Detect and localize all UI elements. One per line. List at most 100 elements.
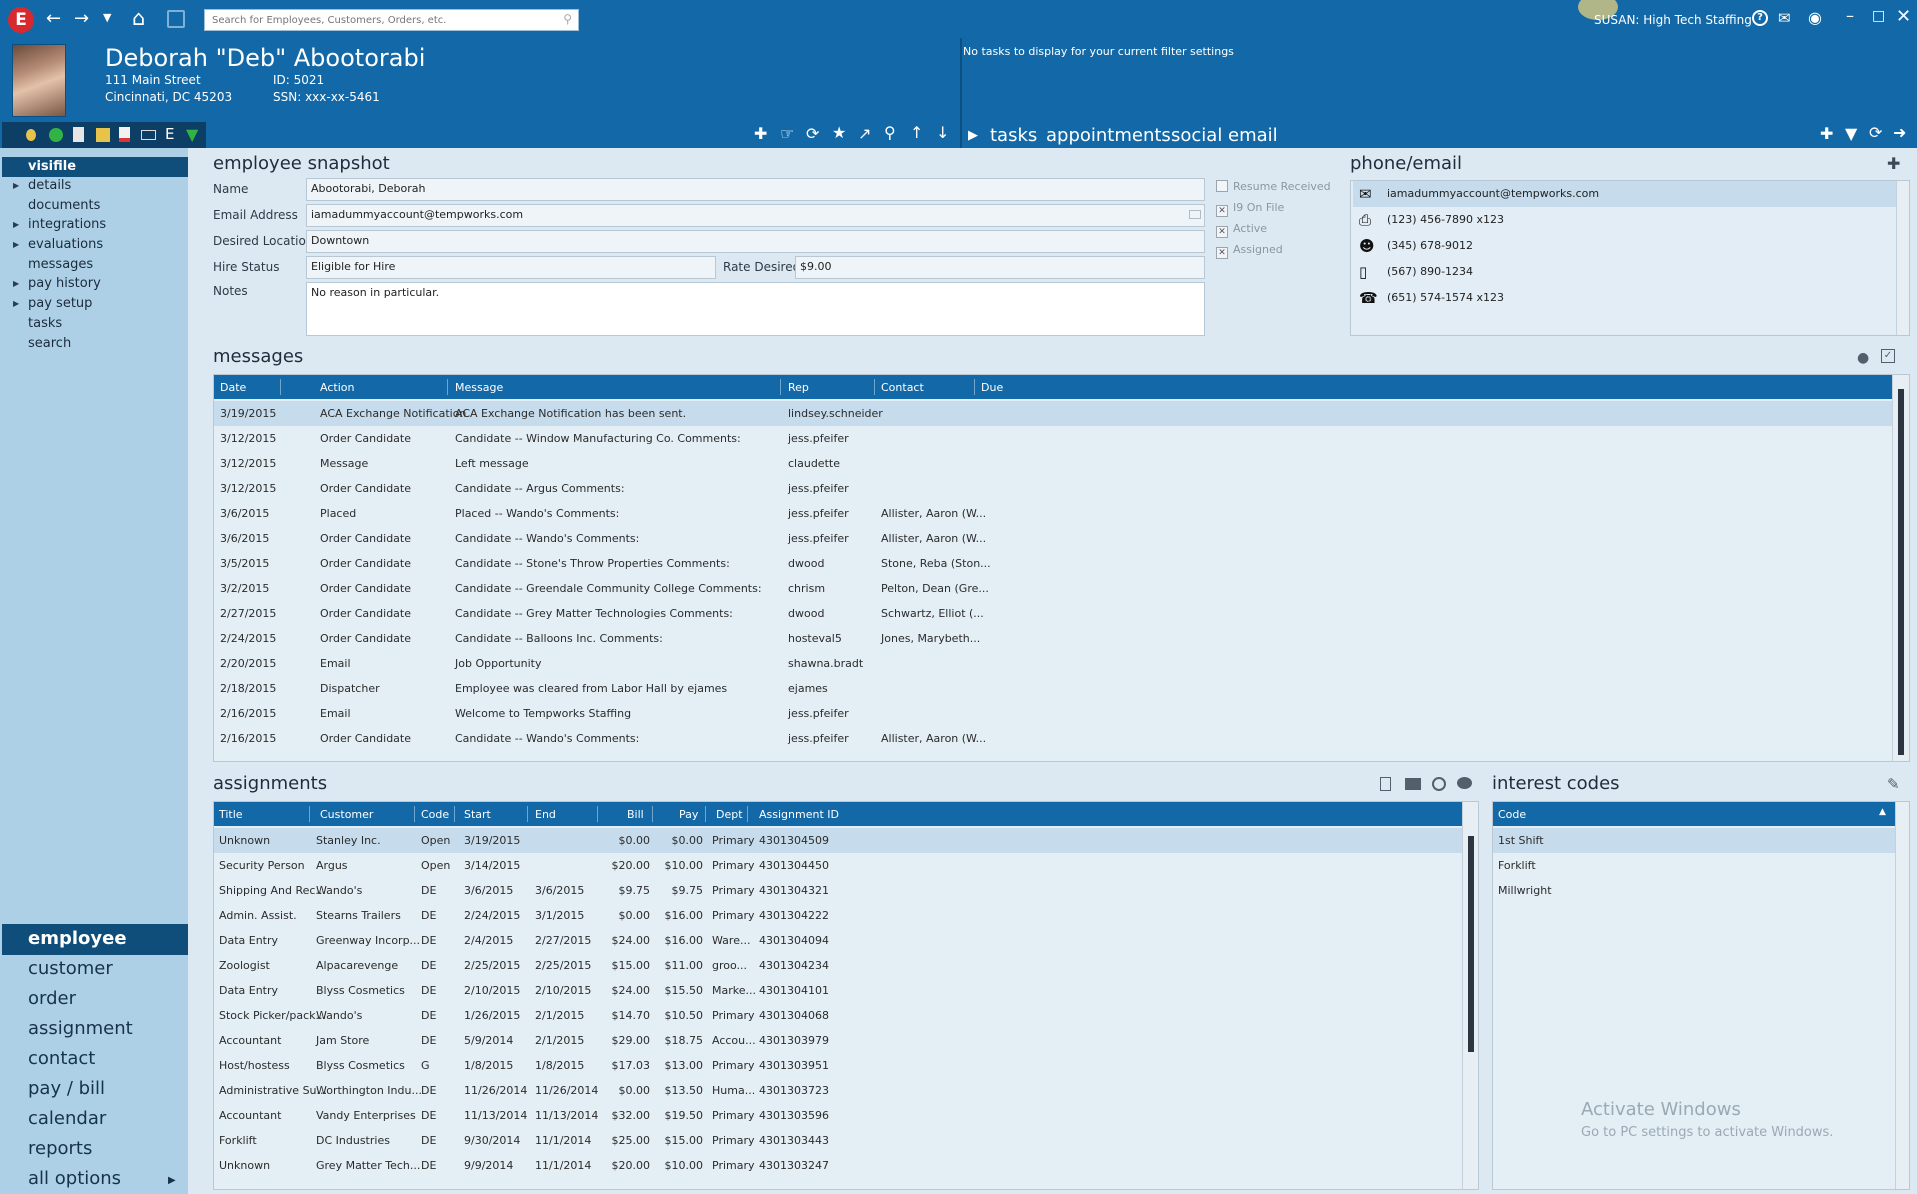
tab-appointments[interactable]: appointments [1046, 125, 1171, 146]
message-row[interactable]: 2/27/2015 Order Candidate Candidate -- Gre… [214, 601, 1892, 626]
message-row[interactable]: 2/24/2015 Order Candidate Candidate -- Bal… [214, 626, 1892, 651]
expand-integrations-icon[interactable]: ▶ [13, 220, 19, 229]
down-arrow-icon[interactable]: ↓ [936, 123, 949, 142]
nav-item-tasks[interactable]: tasks [28, 316, 62, 331]
location-field[interactable]: Downtown [306, 230, 1205, 253]
interest-code-row[interactable]: Millwright [1493, 878, 1895, 903]
tab-email[interactable]: email [1228, 125, 1278, 146]
section-pay-bill[interactable]: pay / bill [28, 1078, 105, 1099]
message-row[interactable]: 3/12/2015 Order Candidate Candidate -- Arg… [214, 476, 1892, 501]
assignment-row[interactable]: Accountant Jam Store DE 5/9/2014 2/1/2015 $29… [214, 1028, 1462, 1053]
open-external-icon[interactable]: ↗ [858, 124, 871, 143]
col-contact[interactable]: Contact [881, 381, 924, 394]
assignment-row[interactable]: Administrative Su... Worthington Indu... D… [214, 1078, 1462, 1103]
up-arrow-icon[interactable]: ↑ [910, 123, 923, 142]
pointer-icon[interactable]: ☞ [780, 124, 794, 143]
nav-item-pay-setup[interactable]: pay setup [28, 296, 92, 311]
section-assignment[interactable]: assignment [28, 1018, 133, 1039]
message-row[interactable]: 3/5/2015 Order Candidate Candidate -- Ston… [214, 551, 1892, 576]
interest-code-row[interactable]: 1st Shift [1493, 828, 1895, 853]
avatar[interactable] [12, 44, 66, 117]
message-row[interactable]: 3/19/2015 ACA Exchange Notification ACA Ex… [214, 401, 1892, 426]
section-customer[interactable]: customer [28, 958, 113, 979]
message-row[interactable]: 2/16/2015 Email Welcome to Tempworks Staff… [214, 701, 1892, 726]
assignment-row[interactable]: Stock Picker/pack... Wando's DE 1/26/2015 2/… [214, 1003, 1462, 1028]
minimize-icon[interactable]: – [1846, 6, 1854, 25]
expand-details-icon[interactable]: ▶ [13, 181, 19, 190]
note-icon[interactable] [96, 128, 110, 142]
col-dept[interactable]: Dept [716, 808, 743, 821]
email-field[interactable]: iamadummyaccount@tempworks.com [306, 204, 1205, 227]
contact-row-mobile[interactable]: ▯ (567) 890-1234 [1353, 259, 1896, 285]
message-row[interactable]: 3/12/2015 Order Candidate Candidate -- Win… [214, 426, 1892, 451]
assignment-row[interactable]: Security Person Argus Open 3/14/2015 $20.00 $… [214, 853, 1462, 878]
rate-field[interactable]: $9.00 [795, 256, 1205, 279]
assignment-row[interactable]: Admin. Assist. Stearns Trailers DE 2/24/201… [214, 903, 1462, 928]
expand-evaluations-icon[interactable]: ▶ [13, 240, 19, 249]
section-calendar[interactable]: calendar [28, 1108, 106, 1129]
col-pay[interactable]: Pay [679, 808, 698, 821]
message-bubble-icon[interactable]: ● [1857, 350, 1869, 366]
section-employee[interactable]: employee [28, 928, 127, 949]
messages-scroll-thumb[interactable] [1898, 389, 1904, 755]
assignment-row[interactable]: Accountant Vandy Enterprises DE 11/13/2014 1… [214, 1103, 1462, 1128]
document-icon[interactable] [73, 127, 84, 142]
add-icon[interactable]: ✚ [754, 124, 767, 143]
search-input[interactable] [205, 10, 545, 30]
message-row[interactable]: 3/6/2015 Placed Placed -- Wando's Comments… [214, 501, 1892, 526]
help-icon[interactable]: ? [1752, 10, 1768, 26]
section-reports[interactable]: reports [28, 1138, 92, 1159]
refresh-record-icon[interactable]: ⟳ [806, 124, 819, 143]
messages-scrollbar[interactable] [1892, 375, 1909, 761]
nav-item-visifile[interactable]: visifile [28, 159, 76, 174]
user-label[interactable]: SUSAN: High Tech Staffing [1594, 13, 1752, 27]
star-icon[interactable]: ★ [832, 123, 846, 142]
folder-icon[interactable] [1405, 778, 1421, 790]
nav-item-search[interactable]: search [28, 336, 71, 351]
nav-item-messages[interactable]: messages [28, 257, 93, 272]
interest-codes-scrollbar[interactable] [1895, 802, 1909, 1189]
assignment-row[interactable]: Shipping And Rec... Wando's DE 3/6/2015 3/6/… [214, 878, 1462, 903]
assignment-row[interactable]: Data Entry Blyss Cosmetics DE 2/10/2015 2/10… [214, 978, 1462, 1003]
assignments-scrollbar[interactable] [1462, 802, 1478, 1189]
maximize-icon[interactable]: □ [1872, 8, 1885, 24]
message-row[interactable]: 3/12/2015 Message Left message claudette [214, 451, 1892, 476]
search-record-icon[interactable]: ⚲ [884, 123, 896, 142]
message-row[interactable]: 2/16/2015 Order Candidate Candidate -- Wan… [214, 726, 1892, 751]
col-message[interactable]: Message [455, 381, 503, 394]
chat-icon[interactable]: ✉ [1778, 9, 1791, 27]
app-logo[interactable]: E [8, 7, 34, 33]
col-date[interactable]: Date [220, 381, 246, 394]
message-row[interactable]: 2/18/2015 Dispatcher Employee was cleared … [214, 676, 1892, 701]
col-code[interactable]: Code [1498, 808, 1526, 821]
interest-code-row[interactable]: Forklift [1493, 853, 1895, 878]
assignment-row[interactable]: Host/hostess Blyss Cosmetics G 1/8/2015 1/8/… [214, 1053, 1462, 1078]
nav-item-documents[interactable]: documents [28, 198, 100, 213]
phone-email-scrollbar[interactable] [1896, 181, 1909, 335]
name-field[interactable]: Abootorabi, Deborah [306, 178, 1205, 201]
refresh-icon[interactable]: ⟳ [1869, 123, 1882, 142]
home-icon[interactable]: ⌂ [132, 6, 145, 30]
expand-pay-history-icon[interactable]: ▶ [13, 279, 19, 288]
checkbox-box[interactable] [1216, 180, 1228, 192]
col-action[interactable]: Action [320, 381, 354, 394]
comment-icon[interactable] [1457, 777, 1472, 789]
assignment-row[interactable]: Zoologist Alpacarevenge DE 2/25/2015 2/25/20… [214, 953, 1462, 978]
active-checkbox[interactable]: ✕ Active [1216, 222, 1267, 238]
col-end[interactable]: End [535, 808, 556, 821]
col-start[interactable]: Start [464, 808, 491, 821]
pdf-icon[interactable] [119, 127, 130, 142]
history-dropdown-icon[interactable]: ▼ [103, 11, 111, 24]
message-row[interactable]: 3/6/2015 Order Candidate Candidate -- Wand… [214, 526, 1892, 551]
filter-icon[interactable]: ▼ [1845, 124, 1857, 143]
assignment-row[interactable]: Unknown Stanley Inc. Open 3/19/2015 $0.00 $0.… [214, 828, 1462, 853]
add-task-icon[interactable]: ✚ [1820, 124, 1833, 143]
back-arrow-icon[interactable]: ← [46, 8, 61, 29]
section-order[interactable]: order [28, 988, 76, 1009]
edit-pencil-icon[interactable]: ✎ [1887, 775, 1900, 793]
col-title[interactable]: Title [219, 808, 243, 821]
col-code[interactable]: Code [421, 808, 449, 821]
assigned-checkbox[interactable]: ✕ Assigned [1216, 243, 1283, 259]
section-all-options[interactable]: all options [28, 1168, 121, 1189]
col-assignment-id[interactable]: Assignment ID [759, 808, 839, 821]
